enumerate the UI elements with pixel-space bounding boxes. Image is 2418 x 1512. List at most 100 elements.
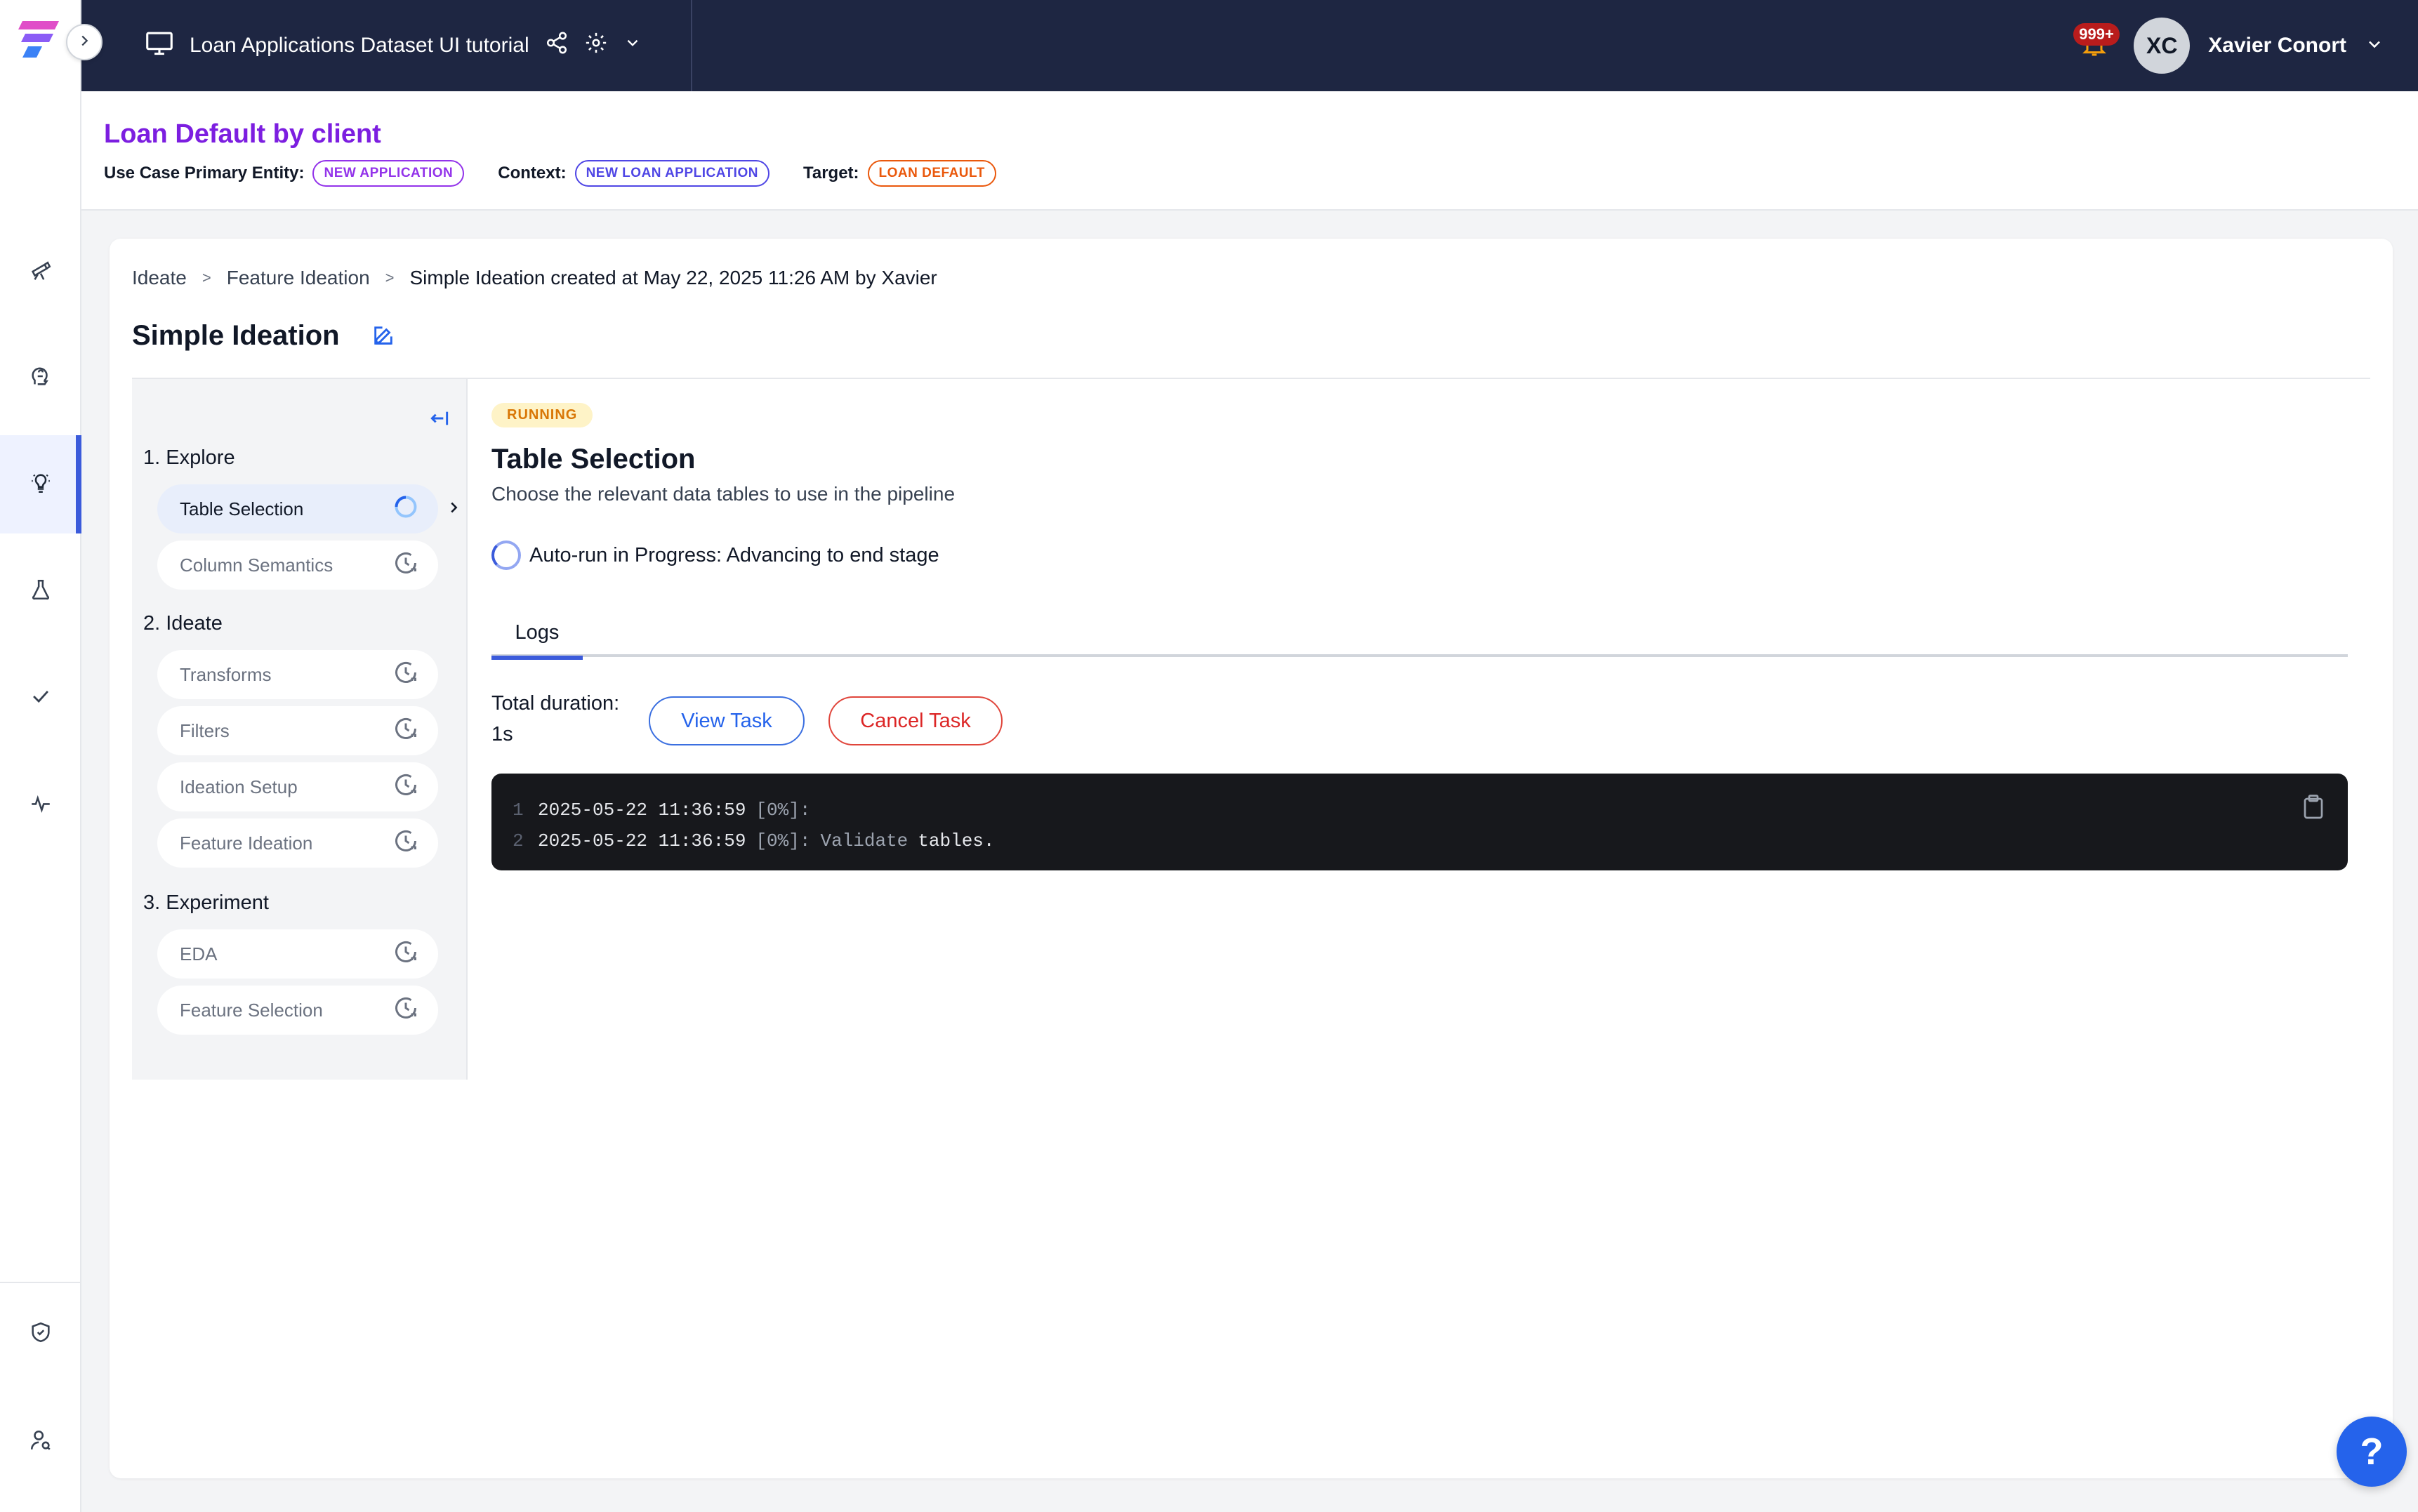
- cancel-task-button[interactable]: Cancel Task: [828, 696, 1003, 745]
- content-tabs: Logs: [491, 608, 2348, 660]
- avatar[interactable]: XC: [2134, 18, 2191, 74]
- total-duration: Total duration: 1s: [491, 688, 619, 750]
- log-progress: [0%]:: [755, 830, 811, 851]
- rail-item-security[interactable]: [0, 1285, 81, 1383]
- left-nav-rail: [0, 0, 81, 1512]
- step-filters[interactable]: Filters: [157, 706, 438, 755]
- step-label: Transforms: [180, 663, 272, 685]
- project-name: Loan Applications Dataset UI tutorial: [190, 34, 529, 57]
- breadcrumb-item-ideate[interactable]: Ideate: [132, 267, 187, 289]
- spinner-icon: [491, 541, 521, 570]
- section-subtitle: Choose the relevant data tables to use i…: [491, 483, 956, 505]
- collapse-left-icon: [428, 407, 451, 433]
- step-label: Feature Selection: [180, 999, 323, 1021]
- log-line: 2 2025-05-22 11:36:59 [0%]: Validate tab…: [513, 825, 2327, 856]
- use-case-title[interactable]: Loan Default by client: [104, 119, 381, 150]
- checkmark-icon: [29, 684, 53, 712]
- edit-title-button[interactable]: [369, 323, 397, 351]
- step-feature-selection[interactable]: Feature Selection: [157, 986, 438, 1035]
- step-feature-ideation[interactable]: Feature Ideation: [157, 818, 438, 868]
- share-icon[interactable]: [545, 31, 569, 60]
- target-label: Target:: [802, 164, 859, 183]
- rail-divider: [0, 1282, 81, 1283]
- step-ideation-setup[interactable]: Ideation Setup: [157, 762, 438, 811]
- target-pill: LOAN DEFAULT: [867, 160, 996, 187]
- breadcrumb-item-feature-ideation[interactable]: Feature Ideation: [227, 267, 370, 289]
- log-timestamp: 2025-05-22 11:36:59: [538, 800, 746, 821]
- use-case-meta: Use Case Primary Entity: NEW APPLICATION…: [104, 160, 1030, 187]
- rail-item-monitor[interactable]: [0, 755, 81, 854]
- rail-item-ideate[interactable]: [0, 435, 81, 533]
- spinner-icon: [393, 494, 418, 524]
- step-group-explore: 1. Explore: [143, 446, 235, 469]
- notifications-button[interactable]: 999+: [2073, 23, 2120, 67]
- notification-count-badge: 999+: [2073, 23, 2120, 46]
- view-task-button[interactable]: View Task: [649, 696, 805, 745]
- pending-clock-icon: [393, 772, 418, 802]
- rail-item-approve[interactable]: [0, 649, 81, 747]
- rail-item-telescope[interactable]: [0, 222, 81, 320]
- step-label: Table Selection: [180, 498, 304, 519]
- log-message: tables.: [918, 830, 995, 851]
- user-name[interactable]: Xavier Conort: [2208, 34, 2346, 58]
- chevron-right-icon: [446, 500, 461, 519]
- collapse-stepper-button[interactable]: [425, 406, 454, 434]
- step-label: Ideation Setup: [180, 776, 298, 797]
- use-case-header: Loan Default by client Use Case Primary …: [81, 91, 2418, 211]
- workflow-stepper: 1. Explore Table Selection Column Semant…: [132, 379, 468, 1080]
- rail-item-brain[interactable]: [0, 329, 81, 427]
- active-step-arrow: [445, 500, 462, 517]
- breadcrumb-separator: >: [202, 269, 211, 286]
- help-button[interactable]: ?: [2337, 1417, 2407, 1487]
- main-card: Ideate > Feature Ideation > Simple Ideat…: [110, 239, 2393, 1478]
- autorun-status: Auto-run in Progress: Advancing to end s…: [491, 541, 939, 570]
- pending-clock-icon: [393, 716, 418, 746]
- step-transforms[interactable]: Transforms: [157, 650, 438, 699]
- step-content: RUNNING Table Selection Choose the relev…: [491, 379, 2370, 1080]
- autorun-text: Auto-run in Progress: Advancing to end s…: [529, 543, 939, 566]
- log-timestamp: 2025-05-22 11:36:59: [538, 830, 746, 851]
- lightbulb-icon: [29, 471, 53, 498]
- app-logo[interactable]: [18, 18, 63, 59]
- step-eda[interactable]: EDA: [157, 929, 438, 979]
- top-bar: Loan Applications Dataset UI tutorial 99…: [81, 0, 2418, 91]
- rail-item-user-search[interactable]: [0, 1393, 81, 1491]
- user-search-icon: [29, 1428, 53, 1456]
- duration-value: 1s: [491, 723, 513, 745]
- chevron-down-icon[interactable]: [2365, 34, 2384, 58]
- step-label: EDA: [180, 943, 218, 964]
- shield-icon: [29, 1320, 53, 1348]
- chevron-right-icon: [77, 33, 92, 52]
- step-table-selection[interactable]: Table Selection: [157, 484, 438, 533]
- step-group-experiment: 3. Experiment: [143, 891, 269, 914]
- gear-icon[interactable]: [584, 31, 608, 60]
- step-label: Filters: [180, 719, 230, 741]
- pending-clock-icon: [393, 828, 418, 858]
- step-label: Column Semantics: [180, 554, 333, 576]
- expand-nav-button[interactable]: [66, 24, 103, 60]
- flask-icon: [29, 578, 53, 605]
- log-line-number: 2: [513, 830, 524, 851]
- pulse-icon: [29, 791, 53, 818]
- pending-clock-icon: [393, 660, 418, 690]
- chevron-down-icon[interactable]: [623, 34, 642, 58]
- topbar-divider: [691, 0, 692, 91]
- primary-entity-pill: NEW APPLICATION: [312, 160, 465, 187]
- page-title: Simple Ideation: [132, 320, 340, 351]
- step-column-semantics[interactable]: Column Semantics: [157, 541, 438, 590]
- clipboard-icon[interactable]: [2303, 795, 2324, 820]
- breadcrumb-separator: >: [385, 269, 395, 286]
- pending-clock-icon: [393, 939, 418, 969]
- rail-item-experiment[interactable]: [0, 542, 81, 640]
- brain-head-icon: [29, 364, 53, 392]
- breadcrumb-item-current: Simple Ideation created at May 22, 2025 …: [409, 267, 937, 289]
- log-line-number: 1: [513, 800, 524, 821]
- monitor-icon: [145, 29, 174, 62]
- duration-label: Total duration:: [491, 692, 620, 715]
- section-title: Table Selection: [491, 444, 696, 475]
- log-output: 1 2025-05-22 11:36:59 [0%]: 2 2025-05-22…: [491, 774, 2348, 870]
- pending-clock-icon: [393, 995, 418, 1026]
- project-selector[interactable]: Loan Applications Dataset UI tutorial: [145, 28, 642, 63]
- tab-logs[interactable]: Logs: [491, 608, 583, 660]
- edit-pencil-icon: [371, 324, 395, 351]
